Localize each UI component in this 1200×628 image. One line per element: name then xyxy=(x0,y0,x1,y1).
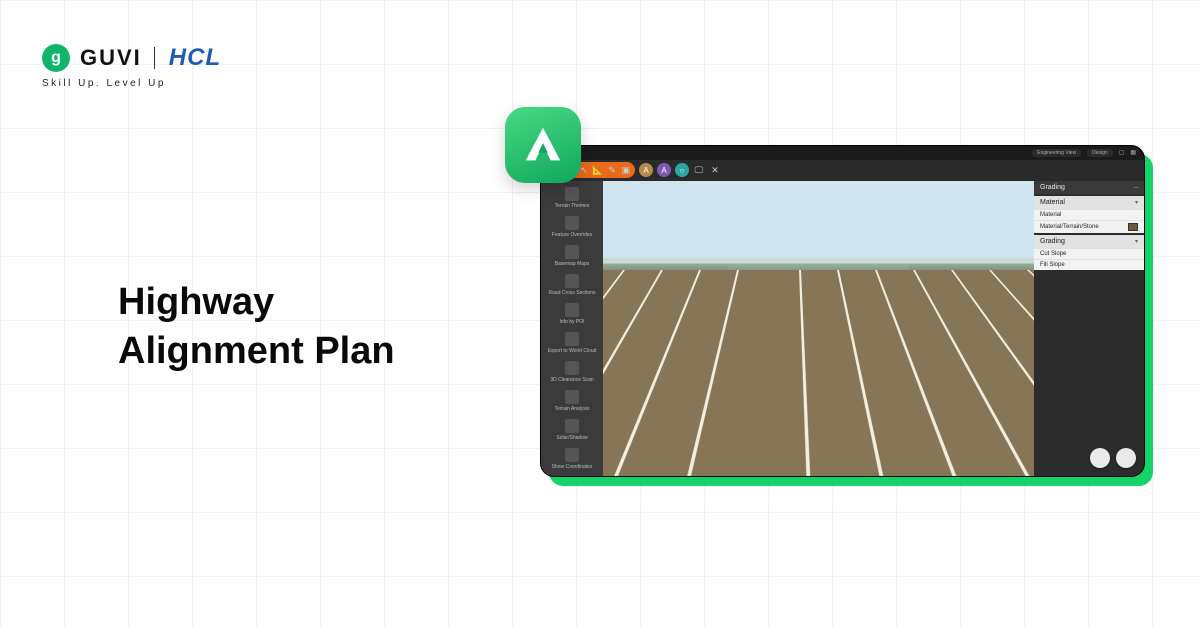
ribbon-tool-b[interactable]: A xyxy=(657,163,671,177)
analysis-icon xyxy=(565,390,579,404)
tool-cross-sections[interactable]: Road Cross Sections xyxy=(549,274,596,296)
app-window: ≡ ⌂ Engineering View Design ▢ ▦ ⌂ ⚙ ↖ 📐 … xyxy=(540,145,1145,477)
window-grid-icon[interactable]: ▦ xyxy=(1130,149,1136,156)
tool-label: Road Cross Sections xyxy=(549,290,596,296)
pencil-icon[interactable]: ✎ xyxy=(606,164,618,176)
app-logo-icon xyxy=(520,122,566,168)
row-material[interactable]: Material xyxy=(1034,209,1144,220)
tool-basemap[interactable]: Basemap Maps xyxy=(555,245,590,267)
guvi-badge-icon: g xyxy=(42,44,70,72)
row-label: Material xyxy=(1040,212,1061,218)
ribbon-tool-a[interactable]: A xyxy=(639,163,653,177)
grading-earthwork-overlay xyxy=(786,317,956,427)
row-fill-slope[interactable]: Fill Slope xyxy=(1034,259,1144,270)
fab-button-a[interactable] xyxy=(1090,448,1110,468)
panel-title-text: Grading xyxy=(1040,184,1065,191)
chevron-down-icon: ▾ xyxy=(845,447,848,454)
tool-label: 3D Clearance Scan xyxy=(550,377,593,383)
left-tool-palette: Terrain Themes Feature Overrides Basemap… xyxy=(541,181,603,476)
brand-logo-block: g GUVI HCL Skill Up. Level Up xyxy=(42,44,221,89)
grading-properties-panel: Grading Material Material Material/Terra… xyxy=(1034,181,1144,476)
window-min-icon[interactable]: ▢ xyxy=(1119,149,1125,156)
viewport-fab-row xyxy=(1090,448,1136,468)
tool-label: Info by POI xyxy=(559,319,584,325)
section-label: Material xyxy=(1040,199,1065,206)
material-swatch-icon xyxy=(1128,223,1138,231)
fab-button-b[interactable] xyxy=(1116,448,1136,468)
poi-icon xyxy=(565,303,579,317)
logo-divider xyxy=(154,47,155,69)
highway-median xyxy=(723,181,858,270)
tool-terrain-analysis[interactable]: Terrain Analysis xyxy=(554,390,589,412)
app-ribbon: ⌂ ⚙ ↖ 📐 ✎ ▣ A A ○ 🖵 ✕ xyxy=(541,160,1144,181)
layers-icon[interactable]: ▣ xyxy=(620,164,632,176)
cloud-icon xyxy=(565,332,579,346)
tool-label: Terrain Themes xyxy=(555,203,590,209)
tool-label: Basemap Maps xyxy=(555,261,590,267)
row-label: Fill Slope xyxy=(1040,262,1065,268)
measure-icon[interactable]: 📐 xyxy=(592,164,604,176)
tool-label: Terrain Analysis xyxy=(554,406,589,412)
feature-icon xyxy=(565,216,579,230)
design-tab[interactable]: Design xyxy=(1087,149,1113,157)
engineering-view-tab[interactable]: Engineering View xyxy=(1032,149,1081,157)
3d-viewport[interactable]: Status ▾ xyxy=(603,181,1034,476)
row-value: Material/Terrain/Stone xyxy=(1040,224,1099,230)
clearance-icon xyxy=(565,361,579,375)
panel-title[interactable]: Grading xyxy=(1034,181,1144,194)
row-label: Cut Slope xyxy=(1040,251,1066,257)
tool-solar-shadow[interactable]: Solar/Shadow xyxy=(556,419,587,441)
coords-icon xyxy=(565,448,579,462)
cross-section-icon xyxy=(565,274,579,288)
tool-label: Feature Overrides xyxy=(552,232,592,238)
guvi-wordmark: GUVI xyxy=(80,45,142,71)
section-material-header[interactable]: Material xyxy=(1034,196,1144,209)
brand-logo-row: g GUVI HCL xyxy=(42,44,221,72)
row-cut-slope[interactable]: Cut Slope xyxy=(1034,248,1144,259)
fill-slope-surface xyxy=(912,321,973,424)
tool-export-cloud[interactable]: Export to World Cloud xyxy=(548,332,597,354)
basemap-icon xyxy=(565,245,579,259)
tool-label: Solar/Shadow xyxy=(556,435,587,441)
tool-clearance[interactable]: 3D Clearance Scan xyxy=(550,361,593,383)
tool-terrain-themes[interactable]: Terrain Themes xyxy=(555,187,590,209)
sun-icon xyxy=(565,419,579,433)
tool-label: Export to World Cloud xyxy=(548,348,597,354)
terrain-icon xyxy=(565,187,579,201)
section-label: Grading xyxy=(1040,238,1065,245)
hcl-wordmark: HCL xyxy=(169,44,221,72)
tool-coordinates[interactable]: Show Coordinates xyxy=(552,448,593,470)
page-title: Highway Alignment Plan xyxy=(118,278,395,377)
app-body: Terrain Themes Feature Overrides Basemap… xyxy=(541,181,1144,476)
app-screenshot-card: ≡ ⌂ Engineering View Design ▢ ▦ ⌂ ⚙ ↖ 📐 … xyxy=(540,145,1154,485)
page-title-line1: Highway xyxy=(118,278,395,327)
app-logo-badge xyxy=(505,107,581,183)
section-grading-header[interactable]: Grading xyxy=(1034,235,1144,248)
ribbon-tool-c[interactable]: ○ xyxy=(675,163,689,177)
tool-feature-overrides[interactable]: Feature Overrides xyxy=(552,216,592,238)
tools-icon[interactable]: ✕ xyxy=(709,164,721,176)
brand-tagline: Skill Up. Level Up xyxy=(42,78,221,89)
status-label: Status xyxy=(824,448,841,454)
highway-surface xyxy=(603,181,1034,270)
monitor-icon[interactable]: 🖵 xyxy=(693,164,705,176)
tool-info-poi[interactable]: Info by POI xyxy=(559,303,584,325)
app-titlebar: ≡ ⌂ Engineering View Design ▢ ▦ xyxy=(541,146,1144,160)
tool-label: Show Coordinates xyxy=(552,464,593,470)
row-material-value[interactable]: Material/Terrain/Stone xyxy=(1034,220,1144,233)
viewport-status-pill[interactable]: Status ▾ xyxy=(810,445,854,456)
page-title-line2: Alignment Plan xyxy=(118,327,395,376)
